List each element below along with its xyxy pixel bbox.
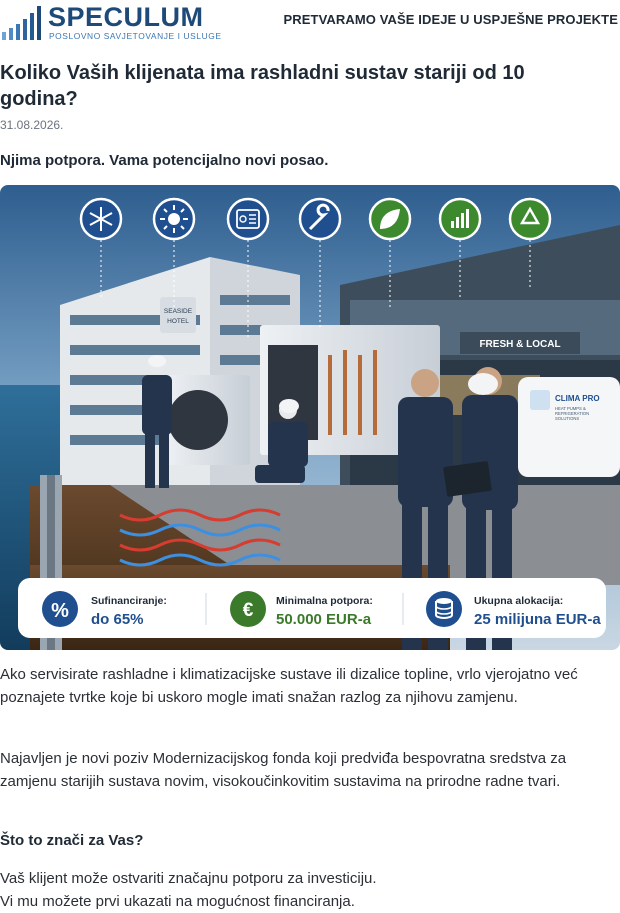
body-line-1: Vaš klijent može ostvariti značajnu potp… — [0, 870, 377, 887]
hero-image[interactable]: SEASIDE HOTEL FRESH & LOCAL CLIMA PRO HE… — [0, 185, 620, 650]
speculum-logo[interactable]: SPECULUM POSLOVNO SAVJETOVANJE I USLUGE — [0, 2, 221, 44]
van-tagline-3: SOLUTIONS — [555, 416, 579, 421]
euro-icon: € — [230, 591, 266, 627]
hero-illustration: SEASIDE HOTEL FRESH & LOCAL CLIMA PRO HE… — [0, 185, 620, 650]
hotel-sign-line2: HOTEL — [167, 318, 189, 325]
email-header: SPECULUM POSLOVNO SAVJETOVANJE I USLUGE … — [0, 0, 620, 46]
control-panel-icon — [226, 197, 270, 241]
stat-min-support-value: 50.000 EUR-a — [276, 611, 372, 628]
logo-subtitle: POSLOVNO SAVJETOVANJE I USLUGE — [49, 31, 222, 41]
van-brand: CLIMA PRO — [555, 394, 600, 403]
stat-cofinancing-value: do 65% — [91, 611, 144, 628]
leaf-icon — [368, 197, 412, 241]
store-sign: FRESH & LOCAL — [479, 339, 560, 350]
wrench-icon — [298, 197, 342, 241]
coins-icon — [426, 591, 462, 627]
sun-icon — [152, 197, 196, 241]
body-lines: Vaš klijent može ostvariti značajnu potp… — [0, 867, 600, 913]
stat-allocation-label: Ukupna alokacija: — [474, 595, 563, 607]
body-paragraph-2: Najavljen je novi poziv Modernizacijskog… — [0, 750, 567, 790]
article-date: 31.08.2026. — [0, 118, 64, 132]
section-subheading: Što to znači za Vas? — [0, 832, 144, 849]
stat-min-support-label: Minimalna potpora: — [276, 595, 373, 607]
article-title: Koliko Vaših klijenata ima rashladni sus… — [0, 62, 525, 110]
stat-cofinancing-label: Sufinanciranje: — [91, 595, 167, 607]
logo-wordmark: SPECULUM — [48, 2, 204, 32]
svg-text:€: € — [243, 600, 254, 621]
logo-bars-icon — [2, 6, 41, 40]
recycle-icon — [508, 197, 552, 241]
snowflake-icon — [79, 197, 123, 241]
header-tagline: PRETVARAMO VAŠE IDEJE U USPJEŠNE PROJEKT… — [283, 12, 618, 27]
body-line-2: Vi mu možete prvi ukazati na mogućnost f… — [0, 893, 355, 910]
growth-chart-icon — [438, 197, 482, 241]
service-van: CLIMA PRO HEAT PUMPS & REFRIGERATION SOL… — [518, 377, 620, 477]
body-paragraph-1: Ako servisirate rashladne i klimatizacij… — [0, 666, 578, 706]
stat-allocation-value: 25 milijuna EUR-a — [474, 611, 601, 628]
article-lead: Njima potpora. Vama potencijalno novi po… — [0, 152, 329, 169]
svg-text:%: % — [51, 600, 69, 622]
stats-panel: % Sufinanciranje: do 65% € Minimalna pot… — [18, 578, 606, 638]
percent-icon: % — [42, 591, 78, 627]
hotel-sign-line1: SEASIDE — [164, 308, 193, 315]
